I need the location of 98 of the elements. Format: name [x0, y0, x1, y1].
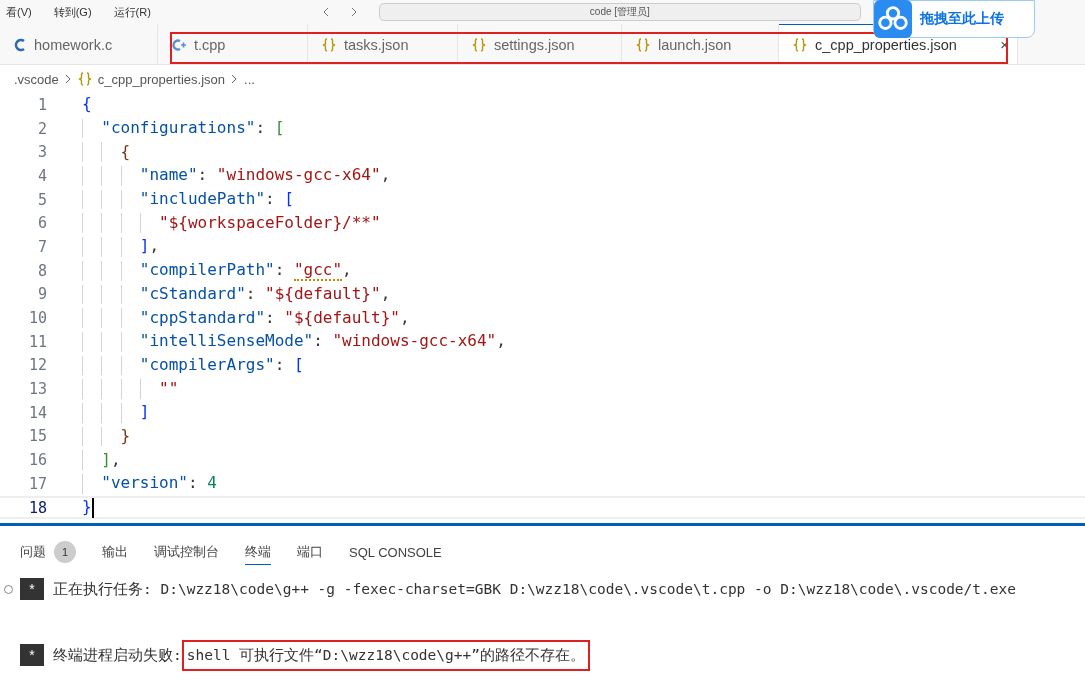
code-token: ] [138, 236, 150, 258]
chevron-icon [64, 74, 72, 84]
tab-label: tasks.json [344, 36, 409, 53]
code-token: , [110, 449, 121, 471]
code-token: , [496, 331, 506, 353]
line-number: 16 [27, 451, 47, 470]
line-number: 6 [36, 214, 47, 233]
code-token: : [255, 118, 267, 140]
code-token: : [197, 165, 209, 187]
panel-tab[interactable]: 问题 1 [20, 541, 76, 567]
code-token: "configurations" [100, 118, 256, 140]
line-number: 12 [27, 356, 47, 375]
code-token: [ [274, 118, 285, 140]
breadcrumb-item[interactable]: c_cpp_properties.json [97, 71, 225, 87]
code-token: : [265, 307, 276, 329]
code-token: ] [100, 449, 111, 471]
braces-icon [636, 37, 650, 52]
code-token: "${default}" [284, 307, 400, 329]
panel-tab[interactable]: 调试控制台 [154, 543, 219, 565]
code-token: "windows-gcc-x64" [216, 165, 381, 187]
text-cursor [91, 497, 94, 518]
upload-badge[interactable]: 拖拽至此上传 [873, 0, 1035, 38]
code-token: : [274, 260, 286, 282]
code-token: { [82, 94, 92, 116]
tab-label: settings.json [494, 36, 575, 53]
code-token: , [380, 283, 391, 305]
line-number: 4 [36, 166, 47, 185]
chevron-icon [231, 74, 238, 84]
braces-icon [472, 37, 486, 52]
code-token: } [119, 425, 131, 447]
line-number: 8 [36, 261, 47, 280]
code-token: : [274, 354, 286, 376]
c-plus-icon [172, 37, 186, 52]
menu-item[interactable]: 运行(R) [113, 4, 151, 20]
line-number: 10 [27, 309, 47, 328]
code-token: "cStandard" [138, 283, 246, 305]
line-number: 18 [27, 498, 47, 517]
line-number: 1 [36, 95, 47, 114]
panel-tab[interactable]: 端口 [297, 543, 323, 565]
code-token: "cppStandard" [138, 307, 266, 329]
code-token: "version" [100, 473, 188, 495]
breadcrumb-item[interactable]: .vscode [14, 71, 59, 87]
task-marker: * [20, 578, 44, 600]
count-badge: 1 [54, 541, 76, 563]
code-token: : [313, 331, 324, 353]
line-number: 3 [36, 143, 47, 162]
code-token: { [119, 141, 131, 163]
code-token: [ [293, 354, 304, 376]
line-number: 14 [27, 403, 47, 422]
tab-label: c_cpp_properties.json [815, 36, 957, 53]
line-number: 15 [27, 427, 47, 446]
code-token: "${workspaceFolder}/**" [158, 212, 381, 234]
command-center[interactable]: code [管理员] [378, 3, 861, 21]
code-token: , [149, 236, 160, 258]
code-token: , [380, 165, 391, 187]
line-number: 2 [36, 119, 47, 138]
braces-icon [77, 72, 92, 86]
code-token: } [82, 497, 92, 519]
highlighted-terminal-text: shell 可执行文件“D:\wzz18\code\g++”的路径不存在。 [181, 639, 590, 671]
line-number: 5 [36, 190, 47, 209]
code-token: : [187, 473, 199, 495]
code-token: , [399, 307, 410, 329]
menu-item[interactable]: 看(V) [6, 4, 32, 20]
menu-item[interactable]: 转到(G) [53, 4, 92, 20]
code-token: : [265, 189, 276, 211]
code-token: [ [284, 189, 294, 211]
panel-tab[interactable]: SQL CONSOLE [349, 544, 442, 564]
code-token: "compilerPath" [138, 260, 275, 282]
task-marker: * [20, 644, 44, 666]
braces-icon [793, 37, 807, 52]
terminal-text: 正在执行任务: D:\wzz18\code\g++ -g -fexec-charset=GBK D:\wzz18\code\.vscode\t.cpp -o D:\wzz18\code\.vscode/t.exe [53, 579, 1016, 599]
c-letter-icon [14, 37, 26, 52]
braces-icon [322, 37, 336, 52]
code-token: "compilerArgs" [138, 354, 275, 376]
code-token: "name" [138, 165, 198, 187]
line-number: 9 [36, 285, 47, 304]
code-token: "" [158, 378, 179, 400]
code-token: "includePath" [138, 189, 266, 211]
code-token: "${default}" [265, 283, 381, 305]
code-token: "gcc" [293, 260, 343, 282]
line-number: 7 [36, 237, 47, 256]
code-token: : [245, 283, 257, 305]
line-number: 17 [27, 474, 47, 493]
tab-label: homework.c [34, 36, 113, 53]
breadcrumb-item[interactable]: ... [244, 71, 255, 87]
code-token: 4 [207, 473, 217, 495]
terminal-text: 终端进程启动失败: [53, 645, 182, 665]
tab-label: launch.json [658, 36, 732, 53]
code-token: ] [138, 402, 150, 424]
code-token: "windows-gcc-x64" [332, 331, 497, 353]
tab-label: t.cpp [194, 36, 226, 53]
line-number: 13 [27, 380, 47, 399]
back-forward-icon[interactable] [322, 7, 357, 17]
line-number: 11 [27, 332, 47, 351]
panel-tab[interactable]: 终端 [245, 543, 271, 565]
code-token: "intelliSenseMode" [138, 331, 314, 353]
panel-tab[interactable]: 输出 [102, 543, 128, 565]
code-token: , [342, 260, 352, 282]
